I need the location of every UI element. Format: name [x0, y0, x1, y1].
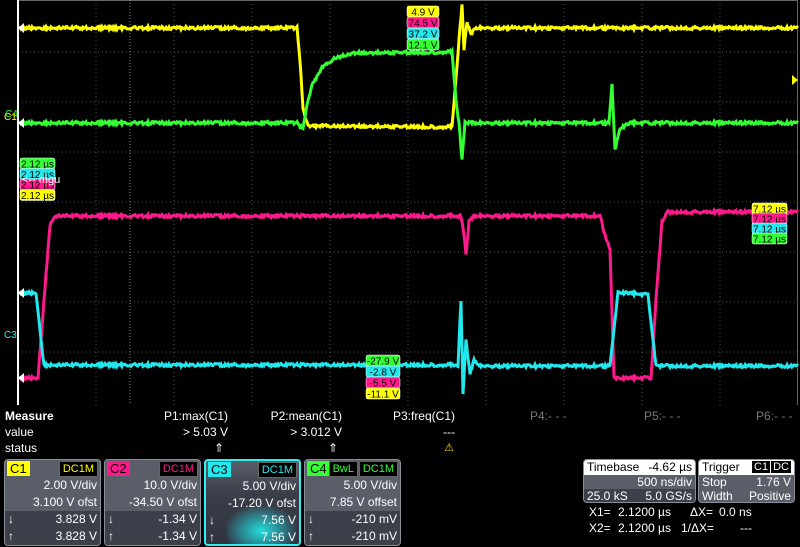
measure-p3-name[interactable]: P3:freq(C1) — [390, 409, 455, 423]
cursor-down-icon: ↓ — [308, 512, 314, 526]
volts-per-div: 2.00 V/div — [43, 478, 97, 492]
c4-marker-label: C4 — [5, 109, 18, 120]
measure-p4-name[interactable]: P4:- - - — [530, 409, 567, 423]
cursor-left-time-4: 2.12 µs — [21, 191, 54, 202]
cursor-down-value: 7.56 V — [261, 513, 296, 527]
cursor-up-value: -1.34 V — [158, 529, 197, 543]
volts-per-div: 5.00 V/div — [242, 479, 296, 493]
cursor-top-value-4: 12.1 V — [409, 41, 438, 52]
measure-p6-name[interactable]: P6:- - - — [756, 409, 793, 423]
c4-trace — [18, 46, 800, 160]
cursor-up-value: 7.56 V — [261, 530, 296, 544]
measure-value-label: value — [5, 425, 34, 439]
cursor-x2-label: X2= — [589, 521, 611, 535]
trigger-mode: Stop — [702, 475, 727, 489]
measure-p5-name[interactable]: P5:- - - — [644, 409, 681, 423]
c3-marker-label: C3 — [4, 330, 17, 341]
measure-p1-status: ⇑ — [213, 441, 224, 455]
trigger-label: Trigger — [702, 460, 740, 474]
coupling-badge: DC1M — [358, 461, 398, 477]
coupling-badge: DC1M — [158, 461, 198, 477]
offset: -34.50 V ofst — [128, 495, 197, 509]
measure-p2-name[interactable]: P2:mean(C1) — [262, 409, 342, 423]
timebase-tdiv: 500 ns/div — [637, 475, 692, 489]
measure-status-label: status — [5, 441, 38, 455]
cursor-down-icon: ↓ — [8, 512, 14, 526]
cursor-up-value: -210 mV — [351, 529, 397, 543]
cursor-inv-dx-value: --- — [740, 521, 752, 535]
volts-per-div: 5.00 V/div — [343, 478, 397, 492]
channel-tag: C3 — [208, 462, 231, 477]
cursor-down-icon: ↓ — [108, 512, 114, 526]
cursor-down-value: -210 mV — [351, 512, 397, 526]
delta-y-label: Δy — [308, 545, 322, 546]
volts-per-div: 10.0 V/div — [143, 478, 197, 492]
cursor-dx-label: ΔX= — [690, 505, 714, 519]
cursor-x1-value: 2.1200 µs — [618, 505, 671, 519]
waveform-display[interactable]: C1 C3 4.9 V74.5 V37.2 V12.1 V-27.9 V-2.8… — [0, 0, 800, 406]
trigger-slope: Positive — [748, 489, 791, 503]
delta-y-label: Δy — [8, 545, 22, 546]
cursor-x1-label: X1= — [589, 505, 611, 519]
coupling-badge: DC1M — [58, 461, 98, 477]
timebase-label: Timebase — [587, 460, 640, 474]
measure-p1-name[interactable]: P1:max(C1) — [160, 409, 228, 423]
channel-panel-c1[interactable]: C1 DC1M 2.00 V/div 3.100 V ofst ↓ 3.828 V ↑ 3.8… — [4, 459, 101, 546]
cursor-up-icon: ↑ — [8, 529, 14, 543]
channel-tag: C2 — [107, 461, 130, 476]
offset: -17.20 V ofst — [227, 496, 296, 510]
timebase-delay: -4.62 µs — [648, 460, 692, 474]
timebase-samples: 25.0 kS — [587, 489, 628, 503]
channel-panel-c4[interactable]: C4 BwL DC1M 5.00 V/div 7.85 V offset ↓ -210 mV… — [304, 459, 401, 546]
warning-icon: ⚠ — [444, 442, 454, 454]
cursor-up-value: 3.828 V — [55, 529, 97, 543]
measure-p3-value: --- — [443, 425, 455, 439]
cursor-up-icon: ↑ — [108, 529, 114, 543]
cursor-down-value: 3.828 V — [55, 512, 97, 526]
trigger-coupling: DC — [771, 461, 791, 473]
cursor-bottom-value-4: -11.1 V — [367, 390, 399, 401]
measure-p1-value: > 5.03 V — [182, 425, 228, 439]
measure-p2-value: > 3.012 V — [290, 425, 342, 439]
channel-panel-c2[interactable]: C2 DC1M 10.0 V/div -34.50 V ofst ↓ -1.34 V ↑ -1… — [104, 459, 201, 546]
cursor-down-icon: ↓ — [209, 513, 215, 527]
channel-panel-c3[interactable]: C3 DC1M 5.00 V/div -17.20 V ofst ↓ 7.56 V ↑ 7.5… — [204, 459, 301, 546]
bandwidth-limit-badge: BwL — [328, 461, 358, 477]
measure-p2-status: ⇑ — [327, 441, 338, 455]
delta-y-label: Δy — [108, 545, 122, 546]
trigger-level: 1.76 V — [756, 475, 791, 489]
channel-tag: C4 — [307, 461, 330, 476]
offset: 7.85 V offset — [329, 495, 397, 509]
cursor-up-icon: ↑ — [308, 529, 314, 543]
cursor-overlay-text: <-- mgu — [22, 174, 60, 186]
cursor-right-time-4: 7.12 µs — [753, 235, 786, 246]
cursor-inv-dx-label: 1/ΔX= — [681, 521, 715, 535]
offset: 3.100 V ofst — [32, 495, 97, 509]
trigger-type: Width — [702, 489, 733, 503]
channel-tag: C1 — [7, 461, 30, 476]
trigger-source: C1 — [752, 461, 771, 473]
c3-trace — [18, 288, 800, 395]
timebase-panel[interactable]: Timebase -4.62 µs 500 ns/div 25.0 kS 5.0 G… — [583, 459, 696, 503]
coupling-badge: DC1M — [257, 462, 297, 478]
measure-title: Measure — [5, 409, 54, 423]
cursor-dx-value: 0.0 ns — [719, 505, 752, 519]
cursor-x2-value: 2.1200 µs — [618, 521, 671, 535]
grid — [18, 0, 798, 405]
trigger-panel[interactable]: Trigger C1 DC Stop 1.76 V Width Positive — [698, 459, 795, 503]
cursor-up-icon: ↑ — [209, 530, 215, 544]
timebase-rate: 5.0 GS/s — [645, 489, 692, 503]
cursor-down-value: -1.34 V — [158, 512, 197, 526]
c2-trace — [18, 206, 800, 384]
